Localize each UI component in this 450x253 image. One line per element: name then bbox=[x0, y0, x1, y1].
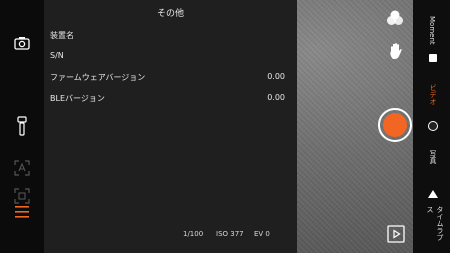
record-button[interactable] bbox=[378, 108, 412, 142]
timelapse-icon bbox=[428, 190, 438, 198]
mode-strip: Moment ビデオ 写真 タイムラプス bbox=[413, 0, 450, 253]
iso-readout: ISO 377 bbox=[216, 230, 244, 238]
row-serial-number[interactable]: S/N bbox=[50, 51, 285, 65]
mode-photo[interactable]: 写真 bbox=[428, 150, 438, 164]
menu-icon[interactable] bbox=[12, 202, 32, 222]
row-label: ファームウェアバージョン bbox=[50, 73, 146, 82]
settings-panel: その他 装置名 S/N ファームウェアバージョン 0.00 BLEバージョン 0… bbox=[44, 0, 297, 253]
face-track-icon[interactable] bbox=[12, 158, 32, 178]
filter-icon[interactable] bbox=[386, 9, 404, 31]
mode-video[interactable]: ビデオ bbox=[428, 84, 438, 105]
moment-icon bbox=[429, 54, 437, 62]
row-device-name[interactable]: 装置名 bbox=[50, 30, 285, 44]
row-firmware-version[interactable]: ファームウェアバージョン 0.00 bbox=[50, 72, 285, 86]
row-label: 装置名 bbox=[50, 31, 74, 40]
row-value: 0.00 bbox=[267, 72, 285, 81]
mode-moment[interactable]: Moment bbox=[428, 16, 436, 45]
row-ble-version[interactable]: BLEバージョン 0.00 bbox=[50, 93, 285, 107]
row-label: BLEバージョン bbox=[50, 94, 105, 103]
shutter-speed-readout: 1/100 bbox=[183, 230, 204, 238]
row-value: 0.00 bbox=[267, 93, 285, 102]
panel-title: その他 bbox=[156, 9, 184, 19]
gimbal-icon[interactable] bbox=[12, 116, 32, 136]
row-label: S/N bbox=[50, 51, 64, 60]
record-button-core bbox=[383, 113, 407, 137]
gesture-icon[interactable] bbox=[388, 42, 404, 64]
playback-icon[interactable] bbox=[387, 225, 405, 247]
ev-readout: EV 0 bbox=[254, 230, 270, 238]
left-toolbar bbox=[0, 0, 44, 253]
video-icon bbox=[428, 121, 438, 131]
camera-icon[interactable] bbox=[12, 33, 32, 53]
mode-timelapse[interactable]: タイムラプス bbox=[423, 206, 445, 246]
